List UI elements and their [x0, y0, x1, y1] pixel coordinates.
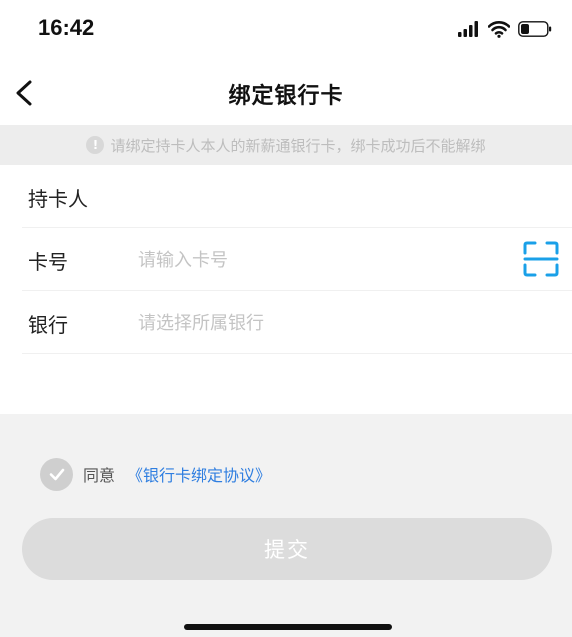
bank-row[interactable]: 银行	[22, 291, 572, 354]
agreement-prefix: 同意	[83, 466, 116, 485]
battery-icon	[518, 21, 552, 37]
cardholder-label: 持卡人	[28, 187, 88, 211]
scan-card-icon[interactable]	[522, 240, 560, 278]
home-indicator	[184, 624, 392, 630]
bank-label: 银行	[28, 313, 68, 337]
submit-button[interactable]: 提交	[22, 518, 552, 580]
status-bar: 16:42	[0, 0, 572, 60]
status-time: 16:42	[38, 15, 95, 40]
bank-select[interactable]	[136, 305, 500, 341]
status-icons	[458, 18, 552, 40]
checkmark-icon	[49, 468, 64, 481]
card-form: 持卡人 卡号 银行	[0, 165, 572, 414]
card-number-label: 卡号	[28, 250, 68, 274]
navigation-bar: 绑定银行卡	[0, 60, 572, 125]
info-icon: !	[86, 136, 105, 154]
notice-text: 请绑定持卡人本人的新薪通银行卡，绑卡成功后不能解绑	[110, 136, 486, 155]
agreement-link[interactable]: 《银行卡绑定协议》	[127, 462, 271, 486]
card-number-row: 卡号	[22, 228, 572, 291]
notice-banner: ! 请绑定持卡人本人的新薪通银行卡，绑卡成功后不能解绑	[0, 125, 572, 165]
agreement-row: 同意 《银行卡绑定协议》	[40, 456, 271, 492]
cardholder-row: 持卡人	[22, 165, 572, 228]
card-number-input[interactable]	[136, 242, 500, 278]
wifi-icon	[488, 21, 510, 38]
page-title: 绑定银行卡	[228, 84, 344, 109]
cellular-signal-icon	[458, 21, 478, 37]
agreement-checkbox[interactable]	[40, 457, 73, 491]
